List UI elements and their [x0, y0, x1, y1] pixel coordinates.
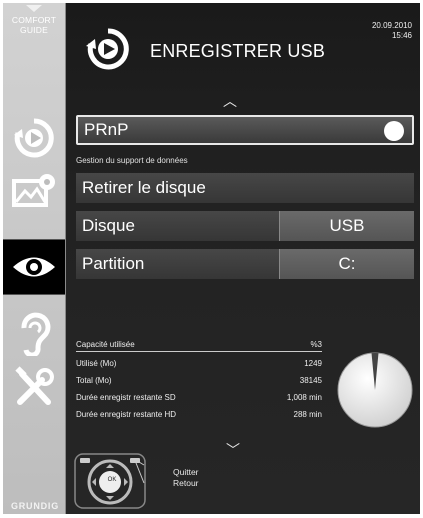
remove-disk-label: Retirer le disque	[82, 178, 206, 197]
scroll-down-icon[interactable]: ﹀	[226, 440, 240, 460]
back-label: Retour	[173, 478, 199, 488]
prnp-label: PRnP	[84, 120, 129, 139]
section-label: Gestion du support de données	[76, 156, 188, 165]
ear-icon	[21, 312, 51, 356]
time-text: 15:46	[391, 31, 412, 40]
stat-row-hd: Durée enregistr restante HD 288 min	[76, 406, 322, 423]
stat-label: Durée enregistr restante SD	[76, 393, 176, 402]
partition-label: Partition	[82, 254, 145, 273]
comfort-guide-sidebar: COMFORT GUIDE GRUNDIG	[3, 3, 66, 514]
sidebar-item-view[interactable]	[3, 239, 65, 295]
prnp-row[interactable]: PRnP	[76, 115, 414, 145]
comfort-guide-label[interactable]: COMFORT GUIDE	[3, 3, 65, 35]
comfort-guide-line1: COMFORT	[11, 15, 57, 25]
partition-value[interactable]: C:	[279, 249, 414, 279]
capacity-label: Capacité utilisée	[76, 340, 135, 349]
stat-label: Utilisé (Mo)	[76, 359, 117, 368]
main-panel: 20.09.2010 15:46 ENREGISTRER USB ︿ PRnP …	[66, 3, 420, 514]
stat-label: Total (Mo)	[76, 376, 112, 385]
tools-icon	[15, 366, 54, 405]
brand-logo: GRUNDIG	[10, 501, 60, 511]
stat-label: Durée enregistr restante HD	[76, 410, 177, 419]
sidebar-item-tools[interactable]	[3, 361, 65, 415]
prnp-toggle[interactable]	[384, 121, 404, 141]
comfort-guide-line2: GUIDE	[20, 25, 48, 35]
capacity-value: %3	[310, 340, 322, 349]
stat-value: 38145	[299, 376, 322, 385]
page-title: ENREGISTRER USB	[150, 41, 326, 61]
stat-row-total: Total (Mo) 38145	[76, 372, 322, 389]
storage-stats: Capacité utilisée %3 Utilisé (Mo) 1249 T…	[76, 339, 322, 423]
date-text: 20.09.2010	[371, 21, 412, 30]
disk-label: Disque	[82, 216, 135, 235]
stat-row-sd: Durée enregistr restante SD 1,008 min	[76, 389, 322, 406]
record-play-icon	[14, 118, 54, 158]
image-settings-icon	[12, 174, 55, 207]
disk-value[interactable]: USB	[279, 211, 414, 241]
sidebar-item-audio[interactable]	[3, 307, 65, 361]
remove-disk-row[interactable]: Retirer le disque	[76, 173, 414, 203]
triangle-up-icon	[26, 5, 42, 12]
stat-value: 1249	[304, 359, 322, 368]
eye-icon	[13, 257, 55, 277]
sidebar-item-image-settings[interactable]	[3, 165, 65, 219]
stat-row-used: Utilisé (Mo) 1249	[76, 355, 322, 372]
ok-button[interactable]: OK	[106, 477, 118, 483]
partition-row[interactable]: Partition C:	[76, 249, 414, 279]
sidebar-item-record[interactable]	[3, 111, 65, 165]
capacity-pie-chart	[337, 352, 413, 428]
button-legend: Quitter Retour	[173, 467, 199, 489]
stat-value: 1,008 min	[286, 393, 322, 402]
stat-value: 288 min	[293, 410, 322, 419]
scroll-up-icon[interactable]: ︿	[223, 91, 237, 111]
disk-row[interactable]: Disque USB	[76, 211, 414, 241]
capacity-header: Capacité utilisée %3	[76, 339, 322, 352]
datetime: 20.09.2010 15:46	[372, 21, 412, 41]
usb-record-icon	[86, 28, 129, 70]
quit-label: Quitter	[173, 467, 199, 477]
tv-screen: COMFORT GUIDE GRUNDIG 20.09.2010 15:46 E…	[0, 0, 423, 518]
